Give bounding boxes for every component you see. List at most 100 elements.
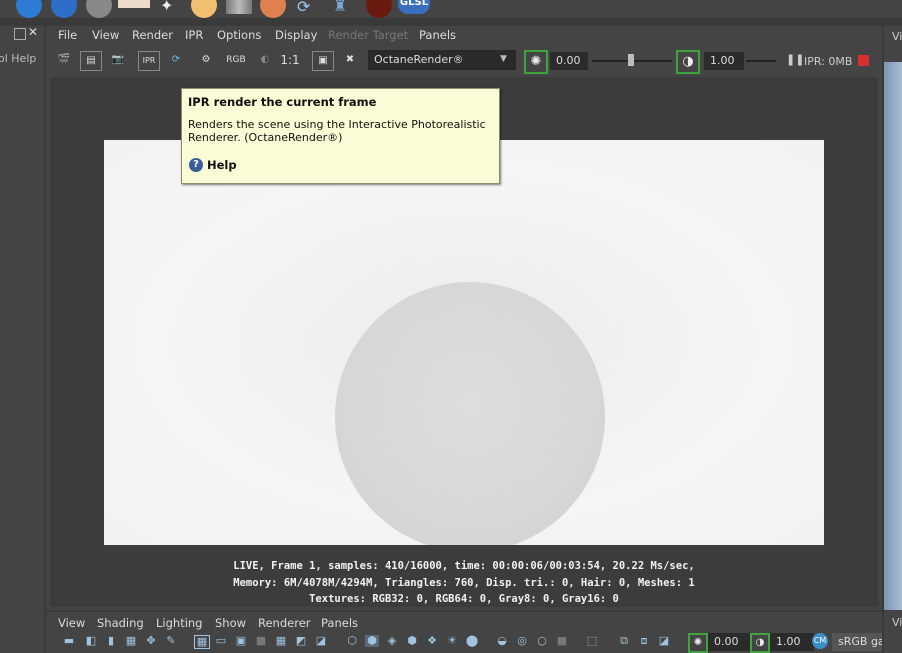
rendered-sphere (335, 282, 605, 545)
shelf-cone-icon[interactable] (226, 0, 252, 14)
menu-view[interactable]: View (92, 28, 119, 42)
chevron-down-icon[interactable]: ▼ (500, 54, 507, 64)
bottom-menu-show[interactable]: Show (215, 616, 246, 630)
menu-ipr[interactable]: IPR (185, 28, 203, 42)
bottom-exposure-icon[interactable]: ✺ (688, 633, 708, 653)
ipr-render-icon[interactable]: IPR (138, 51, 160, 71)
depth-of-field-icon[interactable]: ○ (535, 635, 549, 647)
alpha-channel-icon[interactable]: ◐ (255, 51, 275, 69)
film-gate-icon[interactable]: ▭ (214, 635, 228, 647)
bottom-exposure-field[interactable]: 0.00 (708, 633, 752, 651)
shelf-sphere-icon[interactable] (16, 0, 42, 18)
refresh-ipr-icon[interactable]: ⟳ (166, 51, 186, 69)
tooltip-description: Renders the scene using the Interactive … (188, 118, 486, 144)
color-space-select[interactable]: sRGB ga (832, 633, 882, 651)
gamma-slider-track[interactable] (746, 60, 776, 62)
shelf-bar: ✦ ⟳ ♜ GLSL (0, 0, 902, 18)
use-all-lights-icon[interactable]: ❖ (425, 635, 439, 647)
smooth-shade-icon[interactable]: ⬢ (365, 635, 379, 647)
camera-attributes-icon[interactable]: ◧ (84, 635, 98, 647)
render-region-icon[interactable]: ▤ (80, 51, 102, 71)
shelf-skin-sphere-icon[interactable] (260, 0, 286, 18)
safe-title-icon[interactable]: ◪ (314, 635, 328, 647)
bottom-menu-panels[interactable]: Panels (321, 616, 358, 630)
right-viewport-image (884, 62, 902, 610)
help-icon[interactable]: ? (189, 158, 203, 172)
panel-close-icon[interactable]: ✕ (28, 25, 38, 39)
shelf-particles-icon[interactable] (51, 0, 77, 18)
tool-help-label: ol Help (0, 52, 37, 65)
menu-display[interactable]: Display (275, 28, 317, 42)
safe-action-icon[interactable]: ◩ (294, 635, 308, 647)
menu-render[interactable]: Render (132, 28, 173, 42)
menu-render-target[interactable]: Render Target (328, 28, 408, 42)
pause-icon[interactable]: ❚❚ (786, 53, 804, 66)
bottom-gamma-icon[interactable]: ◑ (750, 633, 770, 653)
menu-panels[interactable]: Panels (419, 28, 456, 42)
2d-pan-icon[interactable]: ✥ (144, 635, 158, 647)
ipr-tooltip: IPR render the current frame Renders the… (181, 88, 500, 184)
left-panel: ✕ ol Help (0, 25, 44, 653)
shelf-ball-icon[interactable] (191, 0, 217, 18)
shelf-swap-icon[interactable]: ⟳ (297, 0, 310, 16)
snapshot-icon[interactable]: 📷 (108, 51, 128, 69)
shelf-glsl-icon[interactable]: GLSL (398, 0, 430, 14)
stop-ipr-icon[interactable] (858, 55, 869, 66)
shelf-fluid-icon[interactable] (86, 0, 112, 18)
view-transform-icon[interactable]: ◪ (657, 635, 671, 647)
gate-mask-icon[interactable]: ■ (254, 635, 268, 647)
stats-line-1: LIVE, Frame 1, samples: 410/16000, time:… (233, 560, 695, 572)
camera-select-icon[interactable]: ▬ (62, 635, 76, 647)
bookmark-icon[interactable]: ▮ (104, 635, 118, 647)
xray-joints-icon[interactable]: ⧉ (617, 635, 631, 647)
render-toolbar: 🎬 ▤ 📷 IPR ⟳ ⚙ RGB ◐ 1:1 ▣ ✖ OctaneRender… (50, 47, 878, 75)
xray-icon[interactable]: ⬚ (585, 635, 599, 647)
menu-options[interactable]: Options (217, 28, 261, 42)
render-view-menubar: File View Render IPR Options Display Ren… (50, 28, 878, 46)
rendered-image (104, 140, 824, 545)
isolate-select-icon[interactable]: ■ (555, 635, 569, 647)
resolution-gate-icon[interactable]: ▣ (234, 635, 248, 647)
redo-render-icon[interactable]: 🎬 (54, 51, 74, 69)
color-management-icon[interactable]: CM (812, 633, 828, 649)
bottom-gamma-field[interactable]: 1.00 (770, 633, 814, 651)
real-size-button[interactable]: 1:1 (280, 51, 300, 69)
bottom-menu-renderer[interactable]: Renderer (258, 616, 311, 630)
exposure-icon[interactable]: ✺ (524, 50, 548, 74)
color-space-value: sRGB ga (838, 635, 882, 648)
textured-icon[interactable]: ⬢ (405, 635, 419, 647)
field-chart-icon[interactable]: ▦ (274, 635, 288, 647)
bottom-menu-view[interactable]: View (58, 616, 85, 630)
renderer-select-value: OctaneRender® (374, 53, 464, 66)
remove-image-icon[interactable]: ✖ (340, 51, 360, 69)
shelf-plane-icon[interactable] (118, 0, 150, 8)
ambient-occlusion-icon[interactable]: ⬤ (465, 635, 479, 647)
gamma-icon[interactable]: ◑ (676, 50, 700, 74)
menu-file[interactable]: File (58, 28, 77, 42)
anti-aliasing-icon[interactable]: ◎ (515, 635, 529, 647)
render-settings-icon[interactable]: ⚙ (196, 51, 216, 69)
image-plane-icon[interactable]: ▦ (124, 635, 138, 647)
xray-components-icon[interactable]: ⧈ (637, 635, 651, 647)
shadows-icon[interactable]: ☀ (445, 635, 459, 647)
shelf-material-icon[interactable] (366, 0, 392, 18)
gamma-field[interactable]: 1.00 (704, 52, 744, 70)
panel-dock-icon[interactable] (14, 28, 26, 40)
exposure-field[interactable]: 0.00 (550, 52, 588, 70)
exposure-slider-handle[interactable] (628, 54, 634, 66)
motion-blur-icon[interactable]: ◒ (495, 635, 509, 647)
grease-pencil-icon[interactable]: ✎ (164, 635, 178, 647)
bottom-exposure-value: 0.00 (714, 635, 739, 648)
wireframe-on-shaded-icon[interactable]: ◈ (385, 635, 399, 647)
grid-icon[interactable]: ▦ (194, 635, 210, 649)
stats-line-2: Memory: 6M/4078M/4294M, Triangles: 760, … (233, 576, 695, 589)
tooltip-help-link[interactable]: Help (207, 158, 237, 172)
shelf-light-icon[interactable]: ✦ (160, 0, 173, 15)
rgb-channel-button[interactable]: RGB (226, 51, 246, 69)
shelf-camera-icon[interactable]: ♜ (333, 0, 347, 15)
bottom-menu-lighting[interactable]: Lighting (156, 616, 202, 630)
renderer-select[interactable]: OctaneRender® (368, 50, 516, 70)
bottom-menu-shading[interactable]: Shading (97, 616, 144, 630)
display-image-icon[interactable]: ▣ (312, 51, 334, 71)
wireframe-icon[interactable]: ⬡ (345, 635, 359, 647)
